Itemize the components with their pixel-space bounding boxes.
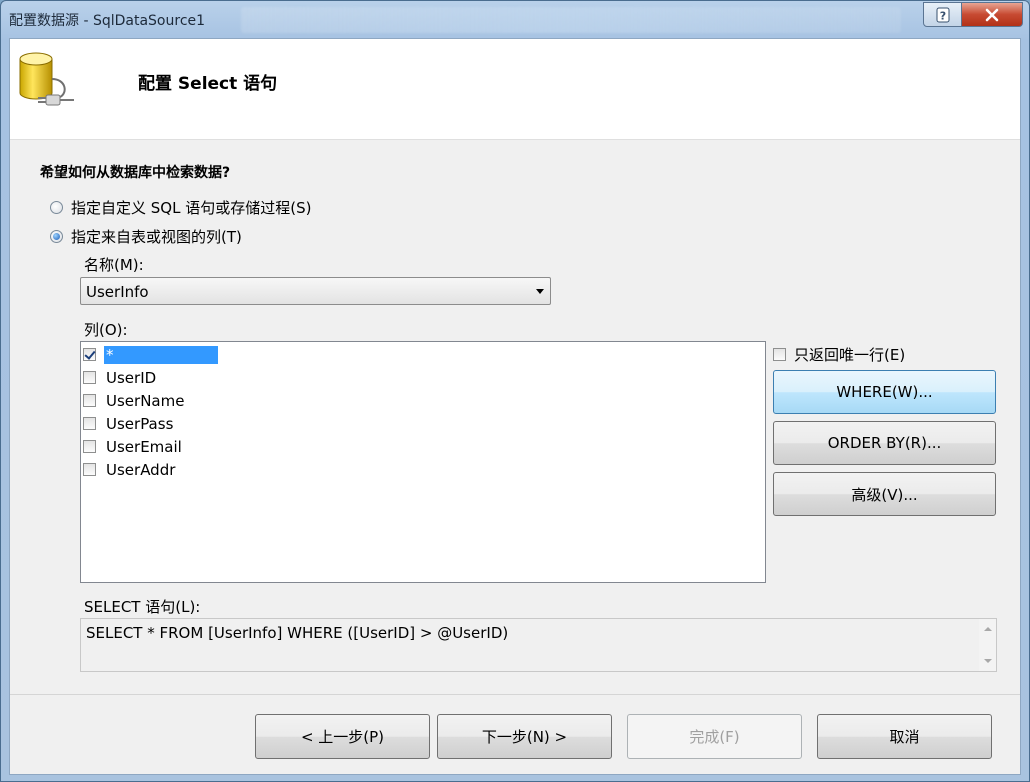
list-item[interactable]: UserAddr (83, 459, 177, 480)
scroll-up-icon[interactable] (984, 627, 992, 631)
advanced-button[interactable]: 高级(V)... (773, 472, 996, 516)
scroll-down-icon[interactable] (984, 659, 992, 663)
close-icon (985, 8, 999, 21)
help-icon: ? (936, 7, 949, 22)
help-button[interactable]: ? (923, 2, 962, 27)
header-divider (10, 139, 1020, 140)
wizard-header: 配置 Select 语句 (10, 39, 1020, 139)
custom-sql-radio[interactable] (50, 201, 63, 214)
table-columns-radio[interactable] (50, 230, 63, 243)
column-label: UserEmail (106, 437, 182, 456)
column-label: UserAddr (106, 460, 176, 479)
column-checkbox[interactable] (83, 417, 96, 430)
where-button[interactable]: WHERE(W)... (773, 370, 996, 414)
columns-label: 列(O): (84, 321, 128, 339)
column-label: UserID (106, 368, 157, 387)
columns-list[interactable]: * UserID UserName UserPass UserEmail Use… (80, 341, 766, 583)
retrieval-question: 希望如何从数据库中检索数据? (40, 165, 231, 181)
column-checkbox[interactable] (83, 394, 96, 407)
column-checkbox[interactable] (83, 371, 96, 384)
chevron-down-icon (536, 289, 544, 294)
table-columns-option[interactable]: 指定来自表或视图的列(T) (50, 226, 242, 247)
title-bar[interactable]: 配置数据源 - SqlDataSource1 ? (1, 1, 1029, 37)
close-button[interactable] (961, 2, 1023, 27)
name-label: 名称(M): (84, 256, 144, 274)
window-title: 配置数据源 - SqlDataSource1 (9, 13, 206, 29)
sql-scrollbar[interactable] (979, 619, 996, 671)
list-item[interactable]: UserName (83, 390, 186, 411)
column-checkbox[interactable] (83, 348, 96, 361)
list-item[interactable]: UserEmail (83, 436, 184, 457)
column-checkbox[interactable] (83, 440, 96, 453)
page-title: 配置 Select 语句 (138, 74, 278, 94)
column-label: * (104, 345, 218, 364)
table-name-value: UserInfo (86, 283, 149, 301)
sql-statement-label: SELECT 语句(L): (84, 598, 201, 616)
list-item[interactable]: UserID (83, 367, 158, 388)
unique-rows-option[interactable]: 只返回唯一行(E) (773, 344, 905, 365)
column-label: UserPass (106, 414, 174, 433)
sql-statement-text: SELECT * FROM [UserInfo] WHERE ([UserID]… (86, 624, 509, 642)
svg-text:?: ? (939, 9, 945, 22)
previous-button[interactable]: < 上一步(P) (255, 714, 430, 759)
next-button[interactable]: 下一步(N) > (437, 714, 612, 759)
custom-sql-label: 指定自定义 SQL 语句或存储过程(S) (71, 199, 312, 217)
column-checkbox[interactable] (83, 463, 96, 476)
database-connect-icon (19, 52, 74, 106)
column-label: UserName (106, 391, 185, 410)
list-item[interactable]: UserPass (83, 413, 175, 434)
unique-rows-label: 只返回唯一行(E) (794, 346, 906, 364)
finish-button[interactable]: 完成(F) (627, 714, 802, 759)
title-bar-background (241, 7, 901, 33)
list-item[interactable]: * (83, 344, 218, 365)
table-name-select[interactable]: UserInfo (80, 277, 551, 305)
sql-statement-box[interactable]: SELECT * FROM [UserInfo] WHERE ([UserID]… (80, 618, 997, 672)
order-by-button[interactable]: ORDER BY(R)... (773, 421, 996, 465)
dialog-window: 配置数据源 - SqlDataSource1 ? 配置 Select 语句 希望… (0, 0, 1030, 782)
footer-divider (10, 694, 1020, 695)
unique-rows-checkbox[interactable] (773, 348, 786, 361)
custom-sql-option[interactable]: 指定自定义 SQL 语句或存储过程(S) (50, 197, 311, 218)
cancel-button[interactable]: 取消 (817, 714, 992, 759)
table-columns-label: 指定来自表或视图的列(T) (71, 228, 242, 246)
dialog-client-area: 配置 Select 语句 希望如何从数据库中检索数据? 指定自定义 SQL 语句… (9, 38, 1021, 775)
